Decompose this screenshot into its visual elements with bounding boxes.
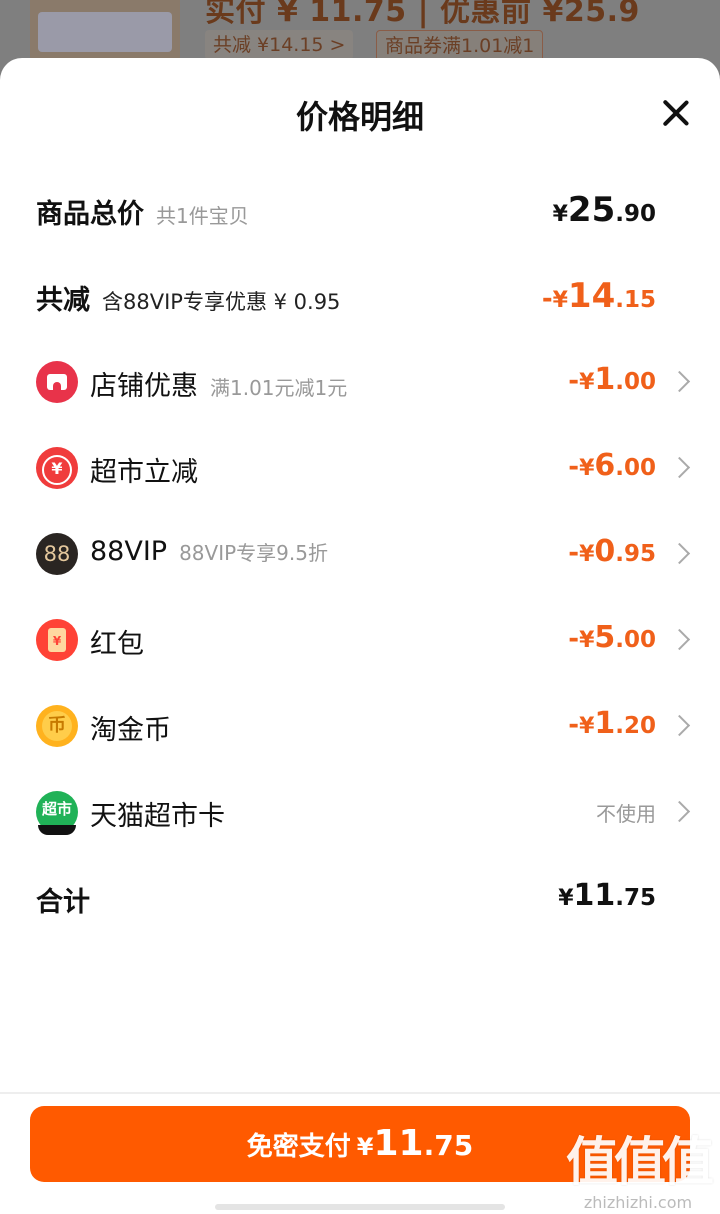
red-envelope-label: 红包: [90, 629, 144, 660]
red-envelope-amount: -¥5.00: [568, 620, 656, 655]
total-price-row: 商品总价 共1件宝贝 ¥25.90: [0, 180, 720, 240]
market-discount-amount: -¥6.00: [568, 448, 656, 483]
shop-discount-amount: -¥1.00: [568, 362, 656, 397]
vip-88-icon: 88: [36, 533, 78, 575]
shop-discount-condition: 满1.01元减1元: [210, 376, 348, 400]
home-indicator: [215, 1204, 505, 1210]
market-discount-row[interactable]: ¥ 超市立减 -¥6.00: [0, 438, 720, 498]
item-count: 共1件宝贝: [156, 204, 249, 228]
chevron-right-icon[interactable]: [668, 456, 691, 479]
chevron-right-icon[interactable]: [668, 628, 691, 651]
chevron-right-icon[interactable]: [668, 370, 691, 393]
card-usage-status: 不使用: [596, 802, 656, 826]
market-discount-label: 超市立减: [90, 457, 198, 488]
chevron-right-icon[interactable]: [668, 800, 691, 823]
taojinbi-label: 淘金币: [90, 715, 171, 746]
vip-discount-row[interactable]: 88 88VIP 88VIP专享9.5折 -¥0.95: [0, 524, 720, 584]
vip-discount-label: 88VIP 88VIP专享9.5折: [90, 536, 328, 567]
sheet-title: 价格明细: [295, 98, 424, 136]
sum-amount: ¥11.75: [558, 878, 656, 913]
background-discount-tag: 共减 ¥14.15 >: [205, 30, 354, 60]
red-envelope-row[interactable]: 红包 -¥5.00: [0, 610, 720, 670]
total-reduction-amount: -¥14.15: [541, 276, 656, 316]
tmall-market-card-row[interactable]: 超市 天猫超市卡 不使用: [0, 782, 720, 842]
yuan-icon: ¥: [36, 447, 78, 489]
coin-icon: [36, 705, 78, 747]
total-price-label: 商品总价 共1件宝贝: [36, 199, 249, 230]
chevron-right-icon[interactable]: [668, 714, 691, 737]
taojinbi-amount: -¥1.20: [568, 706, 656, 741]
vip-discount-condition: 88VIP专享9.5折: [179, 541, 328, 565]
red-envelope-icon: [36, 619, 78, 661]
total-reduction-row: 共减 含88VIP专享优惠 ¥ 0.95 -¥14.15: [0, 266, 720, 326]
total-reduction-label: 共减 含88VIP专享优惠 ¥ 0.95: [36, 285, 341, 316]
shop-discount-row[interactable]: 店铺优惠 满1.01元减1元 -¥1.00: [0, 352, 720, 412]
tmall-market-card-icon: 超市: [36, 791, 78, 835]
watermark-logo: 值值值 zhizhizhi.com: [565, 1133, 714, 1212]
sum-label: 合计: [36, 887, 90, 918]
shop-discount-label: 店铺优惠 满1.01元减1元: [90, 371, 348, 402]
vip-discount-amount: -¥0.95: [568, 534, 656, 569]
taojinbi-row[interactable]: 淘金币 -¥1.20: [0, 696, 720, 756]
vip-included-note: 含88VIP专享优惠 ¥ 0.95: [102, 290, 341, 314]
product-thumbnail: [30, 0, 180, 62]
price-detail-sheet: 价格明细 商品总价 共1件宝贝 ¥25.90 共减 含88VIP专享优惠 ¥ 0.9…: [0, 58, 720, 1214]
background-price: 实付 ¥ 11.75 | 优惠前 ¥25.9: [205, 0, 640, 29]
footer-divider: [0, 1092, 720, 1094]
chevron-right-icon[interactable]: [668, 542, 691, 565]
total-price-amount: ¥25.90: [552, 190, 656, 230]
close-icon[interactable]: [660, 98, 690, 128]
sum-row: 合计 ¥11.75: [0, 868, 720, 928]
tmall-market-card-label: 天猫超市卡: [90, 801, 225, 832]
shop-icon: [36, 361, 78, 403]
